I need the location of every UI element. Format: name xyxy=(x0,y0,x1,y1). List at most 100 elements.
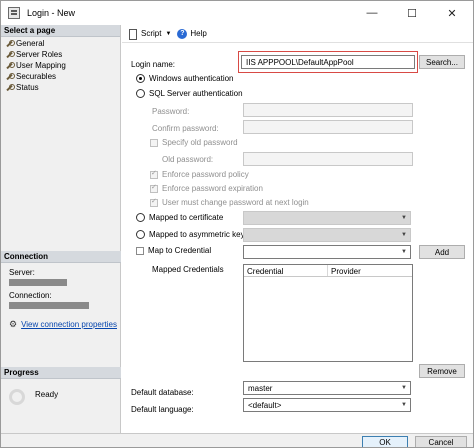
select-page-header: Select a page xyxy=(1,25,120,37)
view-connection-link[interactable]: View connection properties xyxy=(21,320,117,329)
script-icon xyxy=(128,28,137,40)
page-label: Securables xyxy=(16,72,57,81)
chevron-down-icon: ▼ xyxy=(401,385,407,391)
connection-properties-icon: ⚙ xyxy=(9,319,18,329)
maximize-button[interactable]: ☐ xyxy=(393,1,431,25)
page-label: User Mapping xyxy=(16,61,66,70)
help-button[interactable]: ? Help xyxy=(177,28,207,39)
wrench-icon xyxy=(5,61,15,70)
sql-auth-label: SQL Server authentication xyxy=(149,89,243,98)
enforce-expiration-option[interactable]: Enforce password expiration xyxy=(150,183,263,193)
credential-select[interactable]: ▼ xyxy=(243,245,411,259)
connection-label: Connection: xyxy=(9,291,52,300)
chevron-down-icon: ▼ xyxy=(401,232,407,238)
map-to-credential-checkbox[interactable] xyxy=(136,246,144,255)
page-label: Status xyxy=(16,83,39,92)
confirm-password-label: Confirm password: xyxy=(152,124,219,133)
mapped-credentials-grid[interactable]: Credential Provider xyxy=(243,264,413,362)
must-change-checkbox[interactable] xyxy=(150,197,158,207)
must-change-option[interactable]: User must change password at next login xyxy=(150,197,309,207)
sql-auth-option[interactable]: SQL Server authentication xyxy=(136,89,243,98)
mapped-asymmetric-key-label: Mapped to asymmetric key xyxy=(149,230,245,239)
default-database-select[interactable]: master ▼ xyxy=(243,381,411,395)
main-panel: Script ▼ ? Help Login name: IIS APPPOOL\… xyxy=(122,25,473,433)
password-label: Password: xyxy=(152,107,190,116)
windows-auth-radio[interactable] xyxy=(136,74,145,83)
map-to-credential-option[interactable]: Map to Credential xyxy=(136,246,211,255)
progress-section: Progress Ready xyxy=(1,367,121,405)
progress-status: Ready xyxy=(1,383,121,405)
chevron-down-icon: ▼ xyxy=(401,215,407,221)
ok-button[interactable]: OK xyxy=(362,436,408,447)
login-name-label: Login name: xyxy=(131,60,176,69)
specify-old-password-checkbox[interactable] xyxy=(150,138,158,147)
confirm-password-input[interactable] xyxy=(243,120,413,134)
enforce-policy-checkbox[interactable] xyxy=(150,169,158,179)
progress-header: Progress xyxy=(1,367,121,379)
ready-label: Ready xyxy=(35,389,59,399)
page-server-roles[interactable]: Server Roles xyxy=(1,49,120,60)
default-database-label: Default database: xyxy=(131,388,194,397)
password-input[interactable] xyxy=(243,103,413,117)
mapped-certificate-radio[interactable] xyxy=(136,213,145,222)
search-button[interactable]: Search... xyxy=(419,55,465,69)
mapped-certificate-option[interactable]: Mapped to certificate xyxy=(136,213,223,222)
progress-spinner-icon xyxy=(9,389,25,405)
chevron-down-icon[interactable]: ▼ xyxy=(165,31,171,37)
enforce-expiration-label: Enforce password expiration xyxy=(162,184,263,193)
window-title: Login - New xyxy=(27,8,76,18)
page-general[interactable]: General xyxy=(1,38,120,49)
default-language-value: <default> xyxy=(248,400,282,410)
wrench-icon xyxy=(5,83,15,92)
connection-value-redacted xyxy=(9,302,89,309)
sql-auth-radio[interactable] xyxy=(136,89,145,98)
login-name-input[interactable]: IIS APPPOOL\DefaultAppPool xyxy=(241,55,415,69)
specify-old-password-option[interactable]: Specify old password xyxy=(150,138,238,147)
map-to-credential-label: Map to Credential xyxy=(148,246,212,255)
help-label: Help xyxy=(190,29,207,38)
grid-column-provider[interactable]: Provider xyxy=(328,265,412,276)
certificate-select[interactable]: ▼ xyxy=(243,211,411,225)
default-language-label: Default language: xyxy=(131,405,194,414)
asymmetric-key-select[interactable]: ▼ xyxy=(243,228,411,242)
page-user-mapping[interactable]: User Mapping xyxy=(1,60,120,71)
must-change-label: User must change password at next login xyxy=(162,198,309,207)
dialog-footer: OK Cancel xyxy=(1,433,473,447)
dialog-icon xyxy=(8,7,20,19)
enforce-expiration-checkbox[interactable] xyxy=(150,183,158,193)
add-button[interactable]: Add xyxy=(419,245,465,259)
minimize-button[interactable]: — xyxy=(353,1,391,25)
chevron-down-icon: ▼ xyxy=(401,249,407,255)
script-label: Script xyxy=(141,29,162,38)
cancel-button[interactable]: Cancel xyxy=(415,436,467,447)
grid-column-credential[interactable]: Credential xyxy=(244,265,328,276)
page-label: General xyxy=(16,39,45,48)
chevron-down-icon: ▼ xyxy=(401,402,407,408)
mapped-asymmetric-key-option[interactable]: Mapped to asymmetric key xyxy=(136,230,245,239)
remove-button[interactable]: Remove xyxy=(419,364,465,378)
enforce-policy-option[interactable]: Enforce password policy xyxy=(150,169,249,179)
page-securables[interactable]: Securables xyxy=(1,71,120,82)
help-icon: ? xyxy=(177,28,188,39)
old-password-label: Old password: xyxy=(162,155,214,164)
mapped-asymmetric-key-radio[interactable] xyxy=(136,230,145,239)
close-button[interactable]: ✕ xyxy=(433,1,471,25)
connection-section: Connection Server: Connection: ⚙ View co… xyxy=(1,251,121,330)
server-label: Server: xyxy=(9,268,35,277)
mapped-credentials-label: Mapped Credentials xyxy=(152,265,224,274)
windows-auth-label: Windows authentication xyxy=(149,74,234,83)
old-password-input[interactable] xyxy=(243,152,413,166)
script-button[interactable]: Script ▼ xyxy=(128,28,177,40)
default-language-select[interactable]: <default> ▼ xyxy=(243,398,411,412)
default-database-value: master xyxy=(248,383,273,393)
login-new-dialog: Login - New — ☐ ✕ Select a page General … xyxy=(0,0,474,448)
windows-auth-option[interactable]: Windows authentication xyxy=(136,74,234,83)
mapped-certificate-label: Mapped to certificate xyxy=(149,213,224,222)
page-status[interactable]: Status xyxy=(1,82,120,93)
specify-old-password-label: Specify old password xyxy=(162,138,238,147)
enforce-policy-label: Enforce password policy xyxy=(162,170,249,179)
view-connection-row: ⚙ View connection properties xyxy=(9,319,121,330)
page-label: Server Roles xyxy=(16,50,63,59)
connection-header: Connection xyxy=(1,251,121,263)
server-value-redacted xyxy=(9,279,67,286)
